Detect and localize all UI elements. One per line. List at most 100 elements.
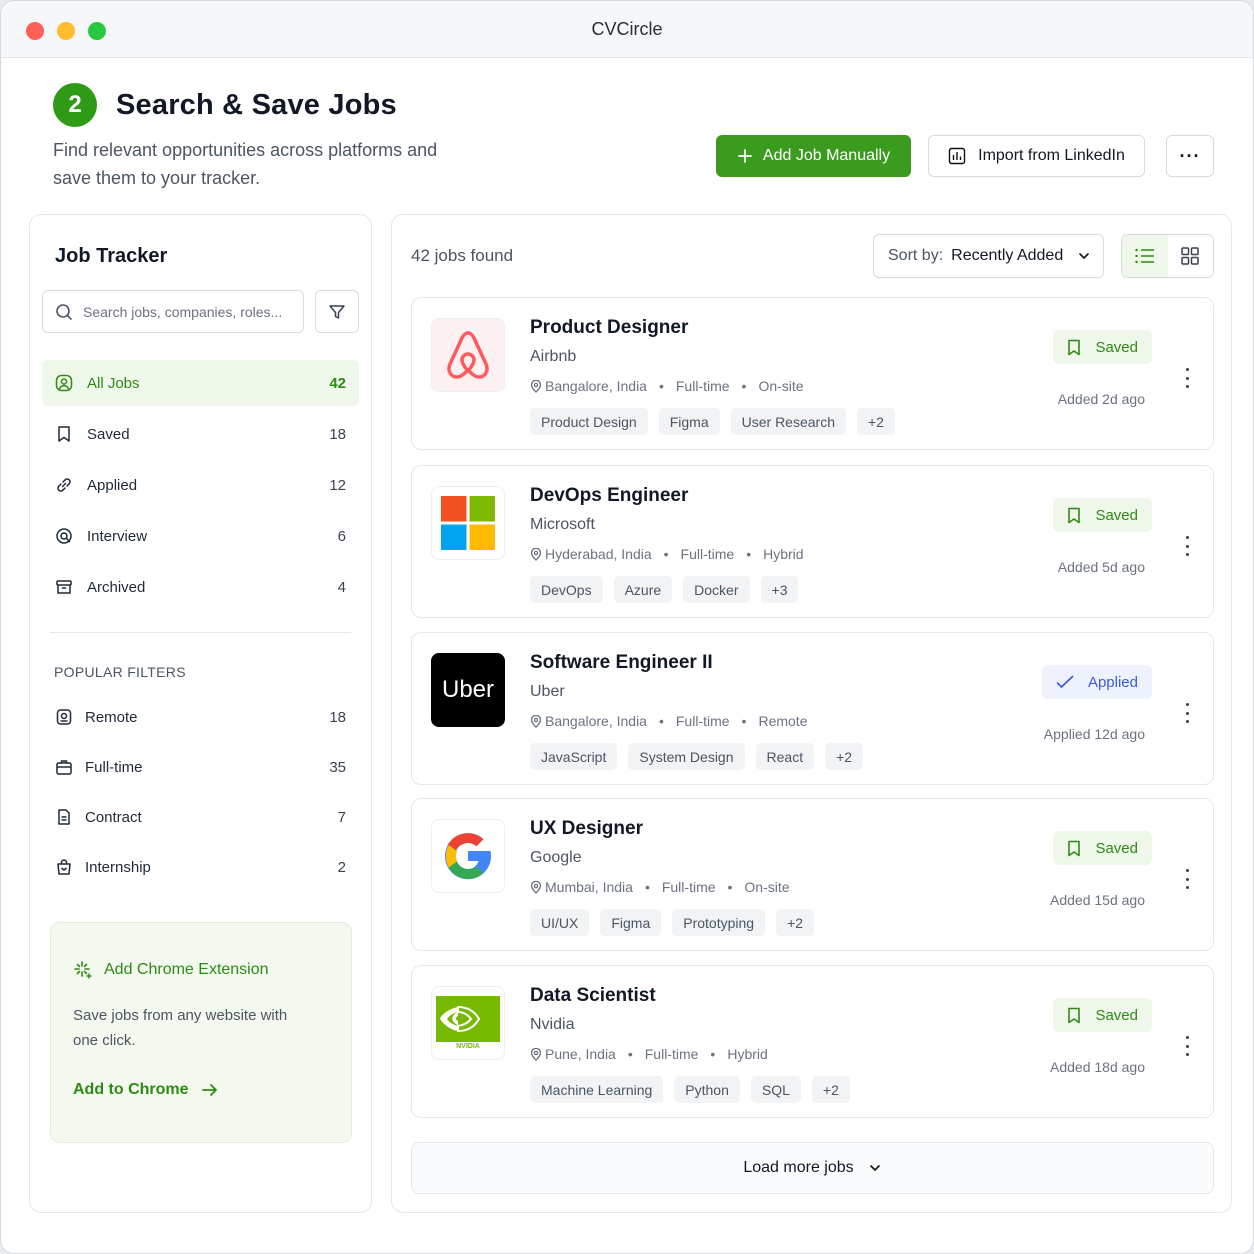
maximize-window-button[interactable] <box>88 22 106 40</box>
nav-item-all-jobs[interactable]: All Jobs 42 <box>42 360 359 406</box>
job-title: DevOps Engineer <box>530 485 689 506</box>
applied-status-button[interactable]: Applied <box>1041 665 1152 699</box>
archive-icon <box>54 577 74 597</box>
status-nav: All Jobs 42 Saved 18 Applied 12 Intervie… <box>42 360 359 615</box>
jobs-found-count: 42 jobs found <box>411 246 514 265</box>
nvidia-logo-text: NVIDIA <box>456 1043 480 1050</box>
arrow-right-icon <box>201 1084 217 1096</box>
skill-tag: JavaScript <box>530 743 618 770</box>
location-pin-icon <box>530 547 542 561</box>
more-options-button[interactable]: ··· <box>1166 135 1214 177</box>
chevron-down-icon <box>869 1165 880 1172</box>
job-menu-button[interactable] <box>1181 703 1193 723</box>
minimize-window-button[interactable] <box>57 22 75 40</box>
filter-internship[interactable]: Internship 2 <box>42 842 359 892</box>
bookmark-icon <box>54 424 74 444</box>
sidebar: Job Tracker All Jobs 42 Saved 18 Applied… <box>29 214 372 1213</box>
add-to-chrome-link[interactable]: Add to Chrome <box>73 1081 219 1099</box>
job-tags: JavaScript System Design React +2 <box>530 743 864 770</box>
job-card[interactable]: DevOps Engineer Microsoft Hyderabad, Ind… <box>411 465 1214 618</box>
filter-full-time[interactable]: Full-time 35 <box>42 742 359 792</box>
add-job-manually-button[interactable]: Add Job Manually <box>716 135 911 177</box>
job-company: Microsoft <box>530 516 595 533</box>
filter-contract[interactable]: Contract 7 <box>42 792 359 842</box>
sidebar-title: Job Tracker <box>55 245 168 267</box>
saved-status-button[interactable]: Saved <box>1053 998 1152 1032</box>
more-tags[interactable]: +2 <box>857 408 895 435</box>
close-window-button[interactable] <box>26 22 44 40</box>
bookmark-icon <box>1068 1007 1081 1023</box>
job-meta: Hyderabad, India • Full-time • Hybrid <box>530 546 804 562</box>
more-tags[interactable]: +2 <box>825 743 864 770</box>
saved-status-button[interactable]: Saved <box>1053 831 1152 865</box>
job-meta: Bangalore, India • Full-time • Remote <box>530 713 807 729</box>
import-from-linkedin-button[interactable]: Import from LinkedIn <box>928 135 1145 177</box>
nav-item-archived[interactable]: Archived 4 <box>42 564 359 610</box>
skill-tag: React <box>755 743 815 770</box>
nav-label: Saved <box>87 425 130 443</box>
location-pin-icon <box>530 714 542 728</box>
status-label: Saved <box>1095 506 1138 524</box>
job-meta: Bangalore, India • Full-time • On-site <box>530 378 804 394</box>
job-type: Full-time <box>644 1046 699 1062</box>
job-tags: UI/UX Figma Prototyping +2 <box>530 909 815 936</box>
job-menu-button[interactable] <box>1181 368 1193 388</box>
list-view-button[interactable] <box>1122 235 1168 277</box>
import-label: Import from LinkedIn <box>978 147 1125 164</box>
window-title: CVCircle <box>591 18 663 39</box>
job-card[interactable]: Uber Software Engineer II Uber Bangalore… <box>411 632 1214 785</box>
saved-status-button[interactable]: Saved <box>1053 498 1152 532</box>
extension-title-row: Add Chrome Extension <box>73 960 269 980</box>
job-card[interactable]: UX Designer Google Mumbai, India • Full-t… <box>411 798 1214 951</box>
job-card[interactable]: NVIDIA Data Scientist Nvidia Pune, India… <box>411 965 1214 1118</box>
remote-icon <box>54 707 74 727</box>
nav-item-applied[interactable]: Applied 12 <box>42 462 359 508</box>
microsoft-logo-icon <box>431 486 505 560</box>
list-icon <box>1135 248 1154 264</box>
filter-count: 35 <box>329 758 346 776</box>
filter-label: Remote <box>85 708 138 726</box>
uber-logo-text: Uber <box>441 676 495 703</box>
job-mode: On-site <box>758 378 804 394</box>
plus-icon <box>738 149 752 163</box>
job-title: Software Engineer II <box>530 652 713 673</box>
check-icon <box>1056 675 1074 688</box>
sort-dropdown[interactable]: Sort by: Recently Added <box>873 234 1104 278</box>
popular-filters-title: POPULAR FILTERS <box>54 664 186 680</box>
more-tags[interactable]: +2 <box>811 1076 850 1103</box>
job-type: Full-time <box>675 713 730 729</box>
nav-label: Applied <box>87 476 138 494</box>
load-more-button[interactable]: Load more jobs <box>411 1142 1214 1194</box>
job-location: Pune, India <box>545 1046 616 1062</box>
add-to-chrome-label: Add to Chrome <box>73 1081 189 1098</box>
title-bar: CVCircle <box>1 1 1253 58</box>
job-mode: On-site <box>744 879 790 895</box>
filter-remote[interactable]: Remote 18 <box>42 692 359 742</box>
job-menu-button[interactable] <box>1181 536 1193 556</box>
job-type: Full-time <box>675 378 730 394</box>
search-input[interactable] <box>83 303 283 320</box>
filter-button[interactable] <box>315 290 359 333</box>
bag-icon <box>54 857 74 877</box>
nav-item-interview[interactable]: Interview 6 <box>42 513 359 559</box>
job-card[interactable]: Product Designer Airbnb Bangalore, India… <box>411 297 1214 450</box>
job-menu-button[interactable] <box>1181 1036 1193 1056</box>
nav-count: 4 <box>337 578 346 596</box>
grid-view-button[interactable] <box>1168 235 1214 277</box>
nav-item-saved[interactable]: Saved 18 <box>42 411 359 457</box>
nav-count: 6 <box>337 527 346 545</box>
more-tags[interactable]: +2 <box>776 909 815 936</box>
job-title: UX Designer <box>530 818 643 839</box>
extension-title: Add Chrome Extension <box>104 961 269 978</box>
step-badge: 2 <box>53 83 97 127</box>
skill-tag: Figma <box>658 408 720 435</box>
more-tags[interactable]: +3 <box>760 576 799 603</box>
saved-status-button[interactable]: Saved <box>1053 330 1152 364</box>
job-menu-button[interactable] <box>1181 869 1193 889</box>
search-icon <box>56 303 72 320</box>
load-more-label: Load more jobs <box>743 1159 854 1176</box>
job-location: Mumbai, India <box>545 879 633 895</box>
grid-icon <box>1181 247 1199 265</box>
filter-label: Internship <box>85 858 151 876</box>
skill-tag: DevOps <box>530 576 603 603</box>
